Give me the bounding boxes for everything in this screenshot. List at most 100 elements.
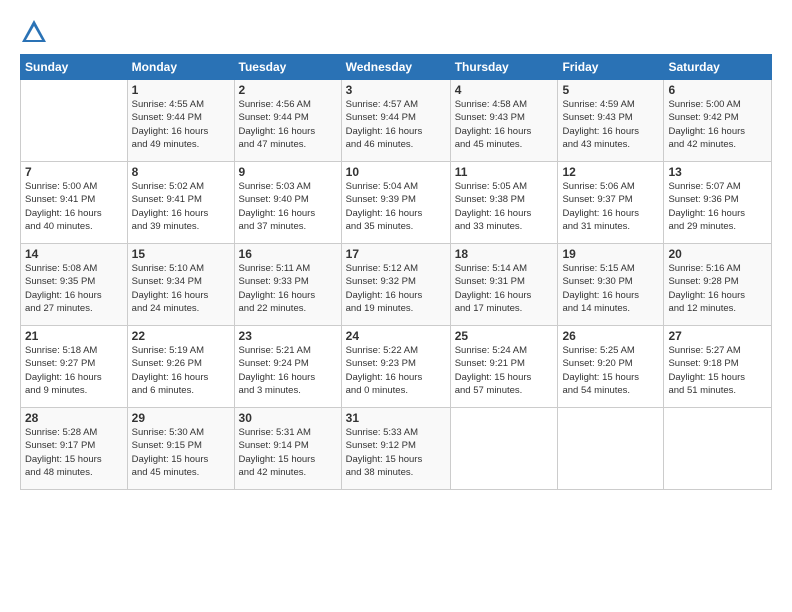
week-row-2: 14Sunrise: 5:08 AMSunset: 9:35 PMDayligh…	[21, 244, 772, 326]
calendar-cell: 6Sunrise: 5:00 AMSunset: 9:42 PMDaylight…	[664, 80, 772, 162]
calendar-cell: 7Sunrise: 5:00 AMSunset: 9:41 PMDaylight…	[21, 162, 128, 244]
calendar-cell: 3Sunrise: 4:57 AMSunset: 9:44 PMDaylight…	[341, 80, 450, 162]
day-info: Sunrise: 5:00 AMSunset: 9:42 PMDaylight:…	[668, 98, 767, 151]
calendar-cell: 15Sunrise: 5:10 AMSunset: 9:34 PMDayligh…	[127, 244, 234, 326]
week-row-4: 28Sunrise: 5:28 AMSunset: 9:17 PMDayligh…	[21, 408, 772, 490]
day-info: Sunrise: 5:07 AMSunset: 9:36 PMDaylight:…	[668, 180, 767, 233]
header-day-friday: Friday	[558, 55, 664, 80]
day-info: Sunrise: 4:59 AMSunset: 9:43 PMDaylight:…	[562, 98, 659, 151]
header-day-wednesday: Wednesday	[341, 55, 450, 80]
day-info: Sunrise: 5:30 AMSunset: 9:15 PMDaylight:…	[132, 426, 230, 479]
day-info: Sunrise: 5:10 AMSunset: 9:34 PMDaylight:…	[132, 262, 230, 315]
logo	[20, 18, 50, 46]
day-info: Sunrise: 5:14 AMSunset: 9:31 PMDaylight:…	[455, 262, 554, 315]
day-info: Sunrise: 5:19 AMSunset: 9:26 PMDaylight:…	[132, 344, 230, 397]
day-number: 18	[455, 247, 554, 261]
calendar-cell: 21Sunrise: 5:18 AMSunset: 9:27 PMDayligh…	[21, 326, 128, 408]
day-number: 28	[25, 411, 123, 425]
calendar-cell: 11Sunrise: 5:05 AMSunset: 9:38 PMDayligh…	[450, 162, 558, 244]
day-info: Sunrise: 5:08 AMSunset: 9:35 PMDaylight:…	[25, 262, 123, 315]
day-info: Sunrise: 5:33 AMSunset: 9:12 PMDaylight:…	[346, 426, 446, 479]
day-number: 22	[132, 329, 230, 343]
header-day-monday: Monday	[127, 55, 234, 80]
week-row-3: 21Sunrise: 5:18 AMSunset: 9:27 PMDayligh…	[21, 326, 772, 408]
day-info: Sunrise: 5:15 AMSunset: 9:30 PMDaylight:…	[562, 262, 659, 315]
calendar-cell: 8Sunrise: 5:02 AMSunset: 9:41 PMDaylight…	[127, 162, 234, 244]
day-info: Sunrise: 4:55 AMSunset: 9:44 PMDaylight:…	[132, 98, 230, 151]
calendar-cell: 12Sunrise: 5:06 AMSunset: 9:37 PMDayligh…	[558, 162, 664, 244]
day-number: 17	[346, 247, 446, 261]
day-info: Sunrise: 5:21 AMSunset: 9:24 PMDaylight:…	[239, 344, 337, 397]
calendar-cell: 4Sunrise: 4:58 AMSunset: 9:43 PMDaylight…	[450, 80, 558, 162]
calendar-cell	[558, 408, 664, 490]
header-day-saturday: Saturday	[664, 55, 772, 80]
day-number: 20	[668, 247, 767, 261]
header-day-tuesday: Tuesday	[234, 55, 341, 80]
calendar-cell	[664, 408, 772, 490]
calendar-cell: 10Sunrise: 5:04 AMSunset: 9:39 PMDayligh…	[341, 162, 450, 244]
day-info: Sunrise: 5:22 AMSunset: 9:23 PMDaylight:…	[346, 344, 446, 397]
day-info: Sunrise: 5:03 AMSunset: 9:40 PMDaylight:…	[239, 180, 337, 233]
calendar-cell: 25Sunrise: 5:24 AMSunset: 9:21 PMDayligh…	[450, 326, 558, 408]
day-number: 5	[562, 83, 659, 97]
day-number: 21	[25, 329, 123, 343]
calendar-cell: 13Sunrise: 5:07 AMSunset: 9:36 PMDayligh…	[664, 162, 772, 244]
day-info: Sunrise: 5:05 AMSunset: 9:38 PMDaylight:…	[455, 180, 554, 233]
calendar-cell: 16Sunrise: 5:11 AMSunset: 9:33 PMDayligh…	[234, 244, 341, 326]
calendar-cell	[21, 80, 128, 162]
day-number: 2	[239, 83, 337, 97]
day-number: 12	[562, 165, 659, 179]
day-number: 6	[668, 83, 767, 97]
day-number: 1	[132, 83, 230, 97]
day-info: Sunrise: 5:02 AMSunset: 9:41 PMDaylight:…	[132, 180, 230, 233]
calendar-cell: 5Sunrise: 4:59 AMSunset: 9:43 PMDaylight…	[558, 80, 664, 162]
day-number: 10	[346, 165, 446, 179]
day-info: Sunrise: 5:12 AMSunset: 9:32 PMDaylight:…	[346, 262, 446, 315]
calendar-cell: 31Sunrise: 5:33 AMSunset: 9:12 PMDayligh…	[341, 408, 450, 490]
day-number: 13	[668, 165, 767, 179]
day-info: Sunrise: 5:11 AMSunset: 9:33 PMDaylight:…	[239, 262, 337, 315]
day-info: Sunrise: 5:28 AMSunset: 9:17 PMDaylight:…	[25, 426, 123, 479]
header-day-thursday: Thursday	[450, 55, 558, 80]
day-number: 14	[25, 247, 123, 261]
calendar-table: SundayMondayTuesdayWednesdayThursdayFrid…	[20, 54, 772, 490]
day-number: 16	[239, 247, 337, 261]
day-number: 19	[562, 247, 659, 261]
day-number: 30	[239, 411, 337, 425]
calendar-cell: 24Sunrise: 5:22 AMSunset: 9:23 PMDayligh…	[341, 326, 450, 408]
day-info: Sunrise: 5:00 AMSunset: 9:41 PMDaylight:…	[25, 180, 123, 233]
calendar-cell: 14Sunrise: 5:08 AMSunset: 9:35 PMDayligh…	[21, 244, 128, 326]
day-number: 9	[239, 165, 337, 179]
day-info: Sunrise: 5:18 AMSunset: 9:27 PMDaylight:…	[25, 344, 123, 397]
calendar-cell: 28Sunrise: 5:28 AMSunset: 9:17 PMDayligh…	[21, 408, 128, 490]
calendar-cell: 23Sunrise: 5:21 AMSunset: 9:24 PMDayligh…	[234, 326, 341, 408]
day-number: 25	[455, 329, 554, 343]
day-number: 8	[132, 165, 230, 179]
day-number: 7	[25, 165, 123, 179]
calendar-cell: 2Sunrise: 4:56 AMSunset: 9:44 PMDaylight…	[234, 80, 341, 162]
day-info: Sunrise: 5:06 AMSunset: 9:37 PMDaylight:…	[562, 180, 659, 233]
day-info: Sunrise: 5:31 AMSunset: 9:14 PMDaylight:…	[239, 426, 337, 479]
header	[20, 18, 772, 46]
calendar-header: SundayMondayTuesdayWednesdayThursdayFrid…	[21, 55, 772, 80]
day-number: 24	[346, 329, 446, 343]
day-info: Sunrise: 5:24 AMSunset: 9:21 PMDaylight:…	[455, 344, 554, 397]
day-info: Sunrise: 5:27 AMSunset: 9:18 PMDaylight:…	[668, 344, 767, 397]
day-number: 3	[346, 83, 446, 97]
calendar-cell: 20Sunrise: 5:16 AMSunset: 9:28 PMDayligh…	[664, 244, 772, 326]
day-info: Sunrise: 5:04 AMSunset: 9:39 PMDaylight:…	[346, 180, 446, 233]
day-number: 31	[346, 411, 446, 425]
day-number: 29	[132, 411, 230, 425]
calendar-cell: 9Sunrise: 5:03 AMSunset: 9:40 PMDaylight…	[234, 162, 341, 244]
day-number: 11	[455, 165, 554, 179]
day-info: Sunrise: 4:57 AMSunset: 9:44 PMDaylight:…	[346, 98, 446, 151]
calendar-cell: 27Sunrise: 5:27 AMSunset: 9:18 PMDayligh…	[664, 326, 772, 408]
calendar-cell: 17Sunrise: 5:12 AMSunset: 9:32 PMDayligh…	[341, 244, 450, 326]
calendar-cell: 30Sunrise: 5:31 AMSunset: 9:14 PMDayligh…	[234, 408, 341, 490]
day-number: 23	[239, 329, 337, 343]
calendar-cell: 18Sunrise: 5:14 AMSunset: 9:31 PMDayligh…	[450, 244, 558, 326]
day-info: Sunrise: 5:25 AMSunset: 9:20 PMDaylight:…	[562, 344, 659, 397]
day-info: Sunrise: 5:16 AMSunset: 9:28 PMDaylight:…	[668, 262, 767, 315]
calendar-cell: 19Sunrise: 5:15 AMSunset: 9:30 PMDayligh…	[558, 244, 664, 326]
page: SundayMondayTuesdayWednesdayThursdayFrid…	[0, 0, 792, 612]
